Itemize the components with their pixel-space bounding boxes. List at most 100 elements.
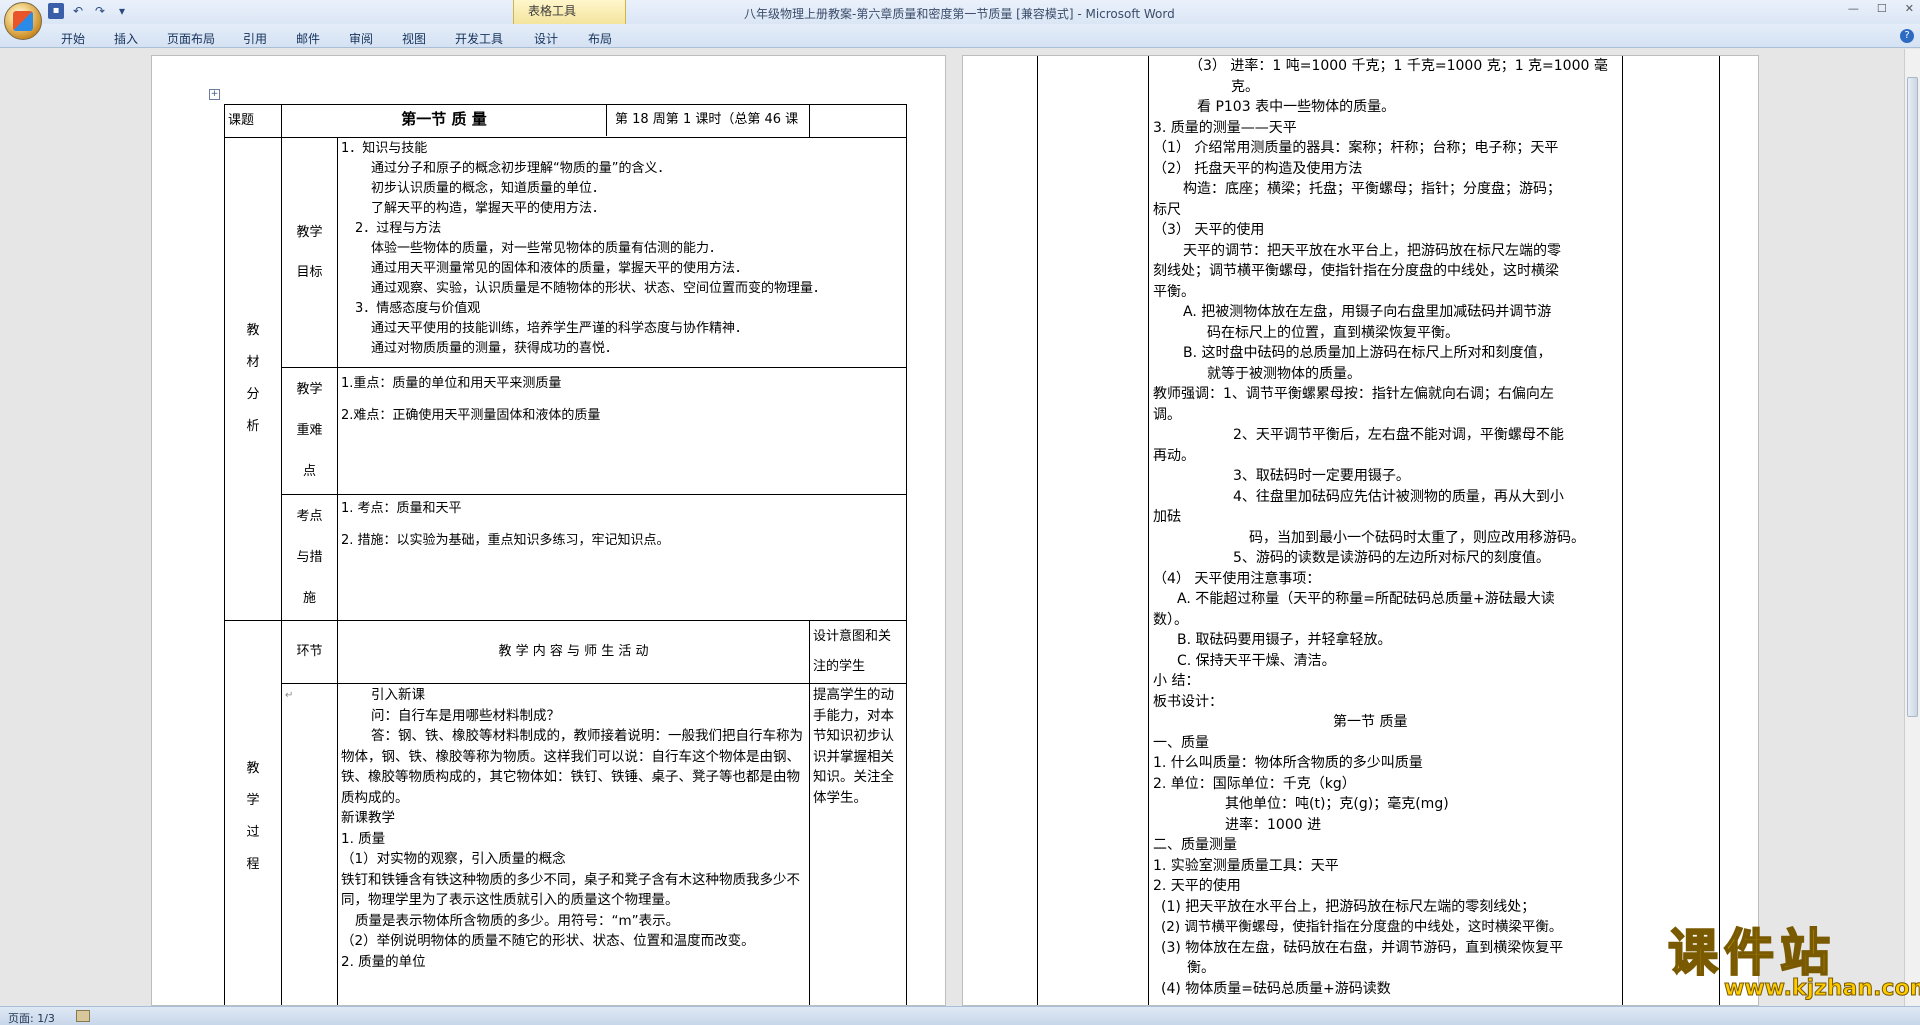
goal-line: 通过观察、实验，认识质量是不随物体的形状、状态、空间位置而变的物理量． (371, 281, 827, 296)
exam-label-text: 考点与措施 (296, 509, 323, 606)
help-icon[interactable]: ? (1900, 29, 1914, 43)
stage-cell: ↵ (281, 683, 338, 1005)
tab-references[interactable]: 引用 (243, 30, 267, 47)
save-icon[interactable]: ▪ (48, 3, 64, 19)
content-line: 2. 单位：国际单位：千克（kg） (1153, 775, 1356, 792)
content-line: 板书设计： (1153, 693, 1223, 710)
content-line: 引入新课 (371, 687, 425, 703)
key-point-line: 1.重点：质量的单位和用天平来测质量 (341, 376, 562, 391)
goal-line: 初步认识质量的概念，知道质量的单位． (371, 181, 606, 196)
content-paragraph: 答：钢、铁、橡胶等材料制成的，教师接着说明：一般我们把自行车称为物体，钢、铁、橡… (341, 728, 803, 806)
key-points-label: 教学重难点 (281, 367, 338, 495)
table-border (1622, 56, 1623, 1005)
content-line: 3. 质量的测量——天平 (1153, 119, 1297, 136)
stage-cell-mark: ↵ (285, 690, 294, 701)
textbook-analysis-label: 教材分析 (224, 137, 282, 621)
exam-line: 1. 考点：质量和天平 (341, 501, 462, 516)
exam-label: 考点与措施 (281, 494, 338, 621)
content-line: 衡。 (1187, 960, 1215, 976)
tab-mailings[interactable]: 邮件 (296, 30, 320, 47)
content-line: 构造：底座；横梁；托盘；平衡螺母；指针；分度盘；游码； (1183, 181, 1561, 197)
page-2: （3） 进率：1 吨=1000 千克；1 千克=1000 克；1 克=1000 … (962, 55, 1759, 1006)
content-line: 数）。 (1153, 611, 1188, 628)
content-line: （2） 托盘天平的构造及使用方法 (1153, 160, 1363, 177)
topic-cell: 第一节 质 量 第 18 周第 1 课时（总第 46 课时） (281, 104, 810, 138)
undo-icon[interactable]: ↶ (70, 3, 86, 19)
content-line: 1. 质量 (341, 830, 386, 847)
office-button[interactable] (4, 2, 42, 40)
watermark-url: www.kjzhan.com (1724, 976, 1920, 1001)
content-line: 二、质量测量 (1153, 837, 1237, 853)
content-line: 调。 (1153, 406, 1181, 423)
content-line: 2. 质量的单位 (341, 953, 426, 970)
content-line: (2) 调节横平衡螺母，使指针指在分度盘的中线处，这时横梁平衡。 (1161, 919, 1563, 935)
table-move-handle-icon[interactable]: + (209, 89, 220, 100)
content-line: 3、取砝码时一定要用镊子。 (1233, 468, 1410, 484)
macro-record-icon[interactable] (76, 1010, 90, 1022)
lesson-plan-table: 课题 第一节 质 量 第 18 周第 1 课时（总第 46 课时） 教材分析 教… (224, 104, 907, 1005)
vertical-scrollbar[interactable] (1904, 49, 1920, 1006)
tab-review[interactable]: 审阅 (349, 30, 373, 47)
content-line: 就等于被测物体的质量。 (1207, 365, 1361, 382)
goals-label: 教学目标 (281, 137, 338, 368)
content-line: （3） 进率：1 吨=1000 千克；1 千克=1000 克；1 克=1000 … (1189, 58, 1608, 74)
table-tools-label: 表格工具 (528, 4, 577, 18)
tab-layout[interactable]: 布局 (588, 30, 612, 47)
tab-page-layout[interactable]: 页面布局 (167, 30, 215, 47)
content-line: 小 结： (1153, 673, 1200, 689)
tab-home[interactable]: 开始 (61, 30, 85, 47)
content-line: 新课教学 (341, 810, 395, 826)
goal-line: 2．过程与方法 (355, 221, 442, 236)
title-bar: ▪ ↶ ↷ ▾ 八年级物理上册教案-第六章质量和密度第一节质量 [兼容模式] -… (0, 0, 1920, 24)
office-logo-icon (13, 11, 33, 31)
exam-line: 2. 措施：以实验为基础，重点知识多练习，牢记知识点。 (341, 533, 670, 548)
content-line: 克。 (1231, 78, 1259, 95)
content-paragraph: 铁钉和铁锤含有铁这种物质的多少不同，桌子和凳子含有木这种物质我多少不同，物理学里… (341, 871, 800, 909)
content-line: A. 不能超过称量（天平的称量=所配砝码总质量+游砝最大读 (1177, 591, 1555, 607)
content-line: 教师强调：1、调节平衡螺累母按：指针左偏就向右调；右偏向左 (1153, 386, 1554, 402)
goal-line: 3．情感态度与价值观 (355, 301, 481, 316)
table-border (1148, 56, 1149, 1005)
content-line: 刻线处；调节横平衡螺母，使指针指在分度盘的中线处，这时横梁 (1153, 263, 1559, 279)
content-line: 看 P103 表中一些物体的质量。 (1197, 99, 1396, 115)
goal-line: 1．知识与技能 (341, 141, 428, 156)
teaching-content-continued: （3） 进率：1 吨=1000 千克；1 千克=1000 克；1 克=1000 … (1153, 56, 1618, 999)
window-title: 八年级物理上册教案-第六章质量和密度第一节质量 [兼容模式] - Microso… (744, 7, 1175, 21)
content-line: (3) 物体放在左盘，砝码放在右盘，并调节游码，直到横梁恢复平 (1161, 939, 1564, 956)
content-line: A. 把被测物体放在左盘，用镊子向右盘里加减砝码并调节游 (1183, 304, 1552, 320)
key-points-label-text: 教学重难点 (296, 382, 323, 479)
textbook-analysis-text: 教材分析 (246, 322, 260, 434)
table-border (1719, 56, 1720, 1005)
content-header: 教 学 内 容 与 师 生 活 动 (337, 620, 810, 684)
table-border (1037, 56, 1038, 1005)
board-title: 第一节 质量 (1333, 714, 1408, 730)
content-line: （1）对实物的观察，引入质量的概念 (341, 851, 566, 867)
tab-view[interactable]: 视图 (402, 30, 426, 47)
redo-icon[interactable]: ↷ (92, 3, 108, 19)
goal-line: 体验一些物体的质量，对一些常见物体的质量有估测的能力． (371, 241, 723, 256)
ribbon-tabs: 开始 插入 页面布局 引用 邮件 审阅 视图 开发工具 设计 布局 (0, 24, 1920, 48)
tab-insert[interactable]: 插入 (114, 30, 138, 47)
scrollbar-thumb[interactable] (1907, 77, 1918, 717)
stage-header: 环节 (281, 620, 338, 684)
content-line: 质量是表示物体所含物质的多少。用符号：“m”表示。 (355, 912, 680, 929)
content-line: 4、往盘里加砝码应先估计被测物的质量，再从大到小 (1233, 488, 1564, 505)
maximize-button[interactable]: ☐ (1877, 2, 1887, 15)
watermark-text: 课件站 (1667, 924, 1836, 982)
goal-line: 通过用天平测量常见的固体和液体的质量，掌握天平的使用方法． (371, 261, 749, 276)
content-line: B. 取砝码要用镊子，并轻拿轻放。 (1177, 632, 1392, 648)
content-line: 标尺 (1153, 201, 1181, 218)
close-button[interactable]: ✕ (1905, 2, 1914, 15)
teaching-process-text: 教学过程 (246, 761, 260, 872)
goal-line: 通过分子和原子的概念初步理解“物质的量”的含义． (371, 161, 671, 176)
tab-developer[interactable]: 开发工具 (455, 30, 503, 47)
lesson-title: 第一节 质 量 (283, 105, 607, 136)
tab-design[interactable]: 设计 (534, 30, 558, 47)
content-line: 1. 什么叫质量：物体所含物质的多少叫质量 (1153, 755, 1423, 771)
customize-qat-icon[interactable]: ▾ (114, 3, 130, 19)
minimize-button[interactable]: — (1848, 2, 1859, 15)
content-line: 问：自行车是用哪些材料制成？ (371, 707, 560, 724)
page-indicator[interactable]: 页面: 1/3 (8, 1010, 55, 1025)
status-bar: 页面: 1/3 (0, 1006, 1920, 1025)
content-line: (1) 把天平放在水平台上，把游码放在标尺左端的零刻线处； (1161, 898, 1536, 915)
